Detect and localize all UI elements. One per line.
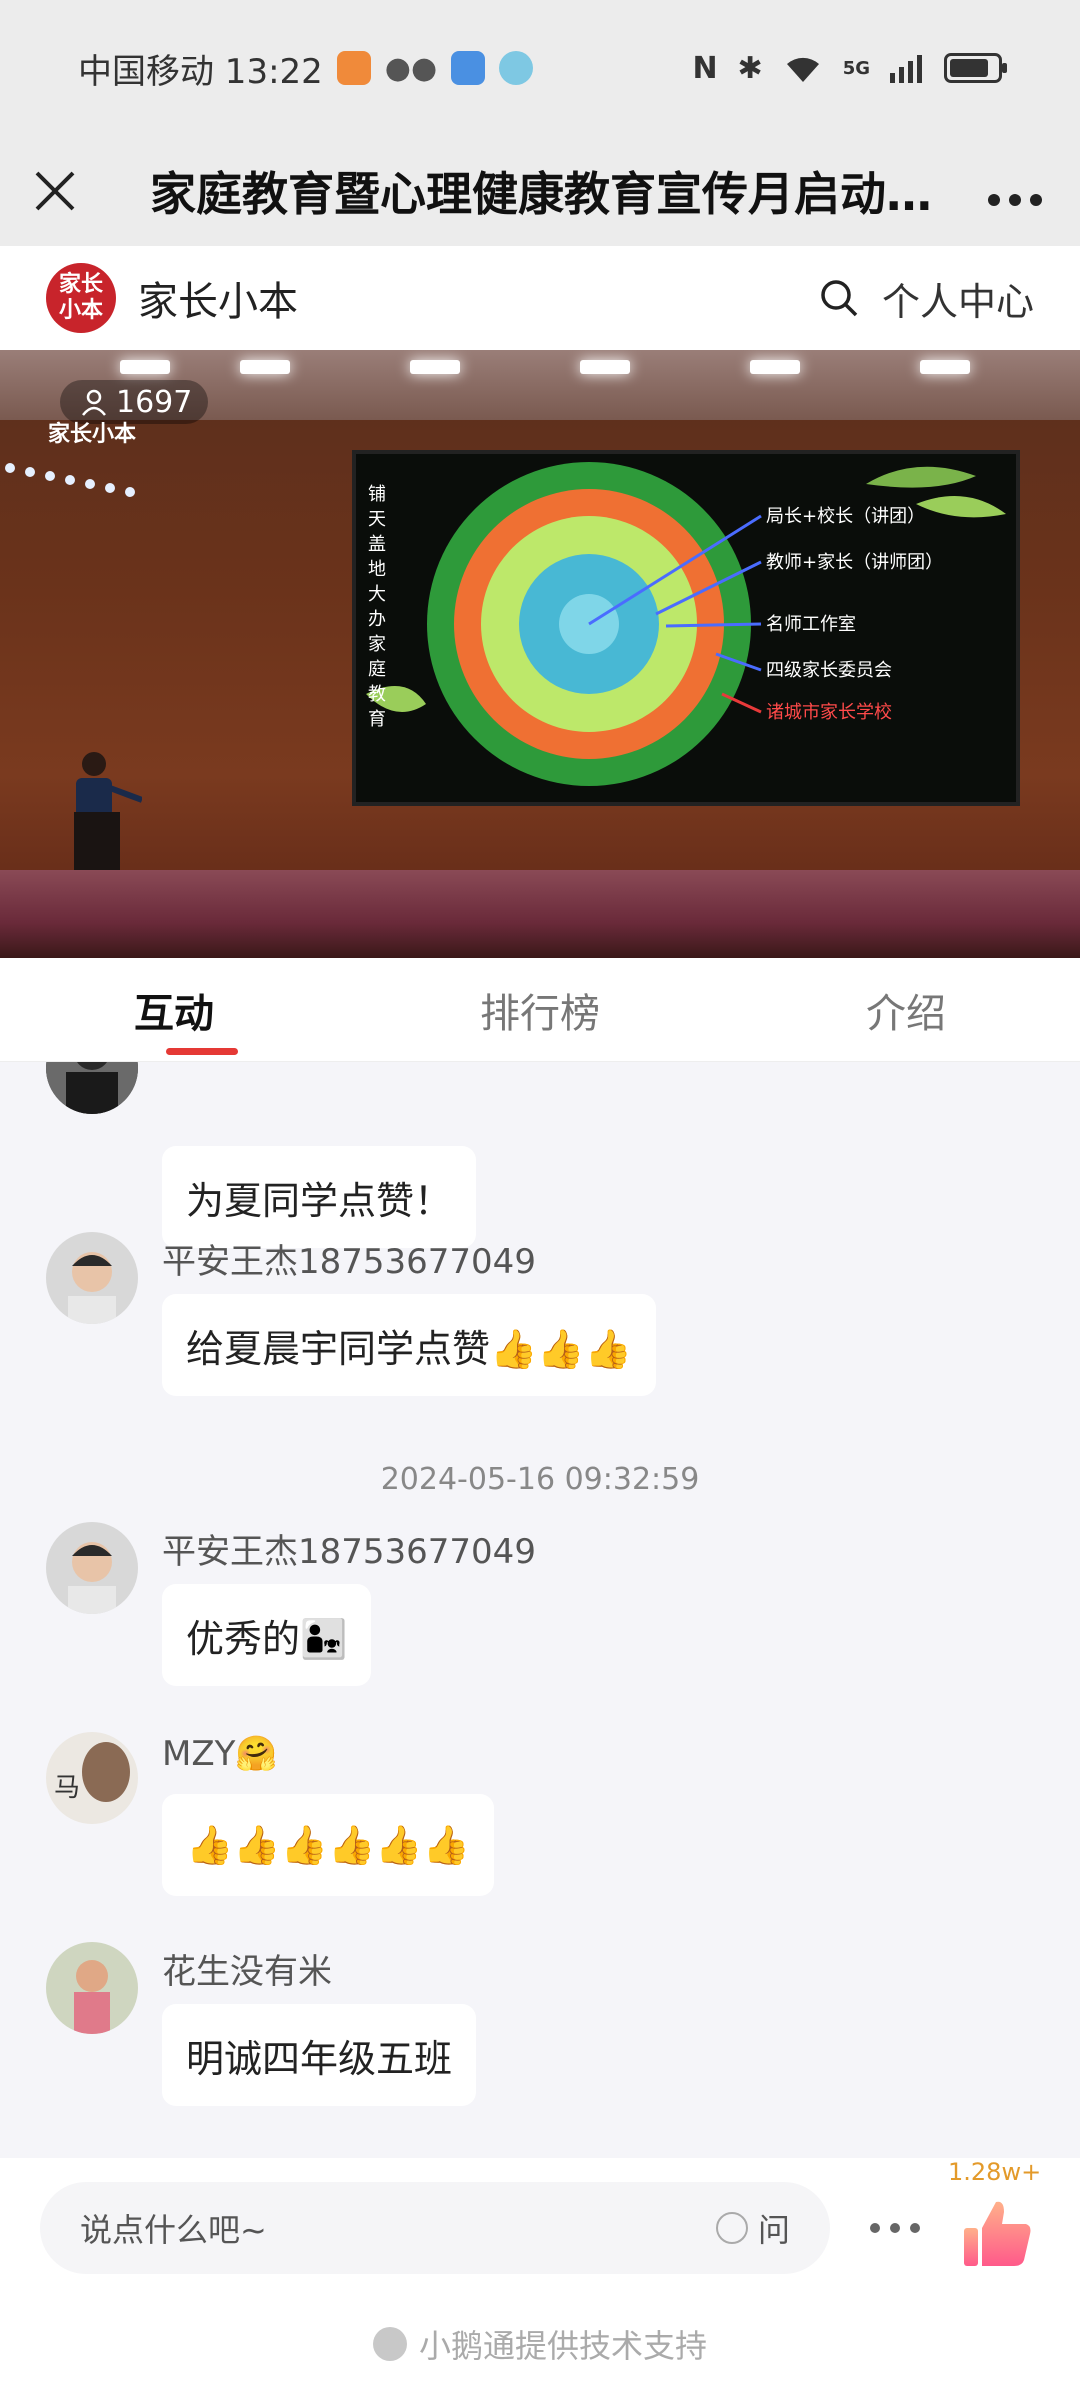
tab-leaderboard[interactable]: 排行榜 [405, 958, 676, 1061]
ceiling-light [750, 360, 800, 374]
stage-floor [0, 870, 1080, 958]
avatar[interactable]: 马 [46, 1732, 138, 1824]
status-left: 中国移动 13:22 ●● [78, 44, 534, 93]
ceiling-light [120, 360, 170, 374]
message-bubble: 明诚四年级五班 [162, 2004, 477, 2106]
projection-screen: 局长+校长（讲团） 教师+家长（讲师团） 名师工作室 四级家长委员会 诸城市家长… [352, 450, 1020, 806]
browser-icon [499, 51, 534, 85]
video-watermark: 家长小本 [48, 422, 137, 447]
avatar-text: 马 [54, 1773, 80, 1803]
network-label: 5G [842, 57, 870, 79]
screen-label: 教师+家长（讲师团） [766, 552, 943, 573]
status-right: N ✱ 5G [692, 50, 1007, 86]
message-bubble: 给夏晨宇同学点赞👍👍👍 [162, 1294, 656, 1396]
close-button[interactable] [0, 136, 110, 246]
brand-bar: 家长 小本 家长小本 个人中心 [0, 246, 1080, 350]
username: MZY🤗 [162, 1734, 278, 1774]
status-bar: 中国移动 13:22 ●● N ✱ 5G [0, 0, 1080, 136]
screen-vertical-text: 铺天盖地大办家庭教育 [368, 484, 386, 730]
stage-spotlights [5, 463, 135, 497]
username: 平安王杰18753677049 [162, 1242, 536, 1282]
screen-label: 四级家长委员会 [766, 660, 892, 681]
viewer-icon [82, 389, 106, 416]
message-bubble: 优秀的👨‍👧 [162, 1584, 372, 1686]
screen-label: 局长+校长（讲团） [766, 506, 925, 527]
viewer-count: 1697 [116, 384, 193, 420]
more-icon [870, 2223, 920, 2233]
avatar[interactable] [46, 1062, 138, 1114]
ask-label: 问 [757, 2211, 790, 2249]
comment-input[interactable]: 说点什么吧~ 问 [40, 2182, 830, 2274]
tab-bar: 互动 排行榜 介绍 [0, 958, 1080, 1062]
thumbs-up-icon [964, 2201, 1031, 2266]
more-actions-button[interactable] [860, 2182, 930, 2274]
chat-timestamp: 2024-05-16 09:32:59 [380, 1462, 700, 1497]
like-count: 1.28w+ [948, 2158, 1042, 2186]
search-icon [821, 280, 858, 317]
carrier-time: 中国移动 13:22 [78, 51, 323, 92]
tab-interaction[interactable]: 互动 [0, 958, 405, 1061]
ceiling-light [920, 360, 970, 374]
message-bubble: 为夏同学点赞！ [162, 1146, 477, 1248]
avatar[interactable] [46, 1232, 138, 1324]
ceiling-light [240, 360, 290, 374]
screen-label: 名师工作室 [766, 614, 856, 635]
ceiling-light [410, 360, 460, 374]
radio-icon [715, 2212, 748, 2244]
wifi-icon [786, 57, 819, 82]
search-button[interactable] [814, 273, 864, 323]
nfc-icon: N [692, 50, 718, 86]
footer-text: 小鹅通提供技术支持 [418, 2327, 707, 2365]
brand-name[interactable]: 家长小本 [138, 269, 814, 327]
close-icon [35, 171, 75, 211]
avatar[interactable] [46, 1522, 138, 1614]
avatar[interactable] [46, 1942, 138, 2034]
signal-icon [890, 55, 922, 83]
speaker-figure [74, 752, 142, 872]
battery-icon [944, 53, 1007, 83]
taobao-icon [336, 51, 371, 85]
input-bar: 说点什么吧~ 问 1.28w+ [0, 2158, 1080, 2296]
username: 花生没有米 [162, 1952, 332, 1992]
username: 平安王杰18753677049 [162, 1532, 536, 1572]
screen-label: 诸城市家长学校 [766, 702, 892, 723]
live-video[interactable]: 1697 家长小本 局长+校长（讲团） 教师+家长（讲师团） 名师工作室 四级家… [0, 350, 1080, 958]
bluetooth-icon: ✱ [737, 50, 763, 86]
xiaoe-logo-icon [372, 2327, 407, 2361]
title-bar: 家庭教育暨心理健康教育宣传月启动… [0, 136, 1080, 246]
more-icon [988, 194, 1042, 206]
tab-intro[interactable]: 介绍 [675, 958, 1080, 1061]
ceiling-light [580, 360, 630, 374]
more-menu-button[interactable] [950, 163, 1080, 219]
like-button[interactable] [962, 2198, 1034, 2268]
comment-placeholder: 说点什么吧~ [80, 2211, 267, 2249]
app-icon [451, 51, 486, 85]
user-center-link[interactable]: 个人中心 [882, 271, 1034, 326]
wechat-icon: ●● [384, 50, 438, 86]
footer: 小鹅通提供技术支持 [0, 2296, 1080, 2392]
message-bubble: 👍👍👍👍👍👍 [162, 1794, 494, 1896]
ask-toggle[interactable]: 问 [715, 2205, 790, 2251]
page-title: 家庭教育暨心理健康教育宣传月启动… [150, 167, 932, 221]
screen-content: 局长+校长（讲团） 教师+家长（讲师团） 名师工作室 四级家长委员会 诸城市家长… [366, 462, 1006, 786]
brand-logo[interactable]: 家长 小本 [46, 263, 116, 333]
chat-list[interactable]: 为夏同学点赞！ 平安王杰18753677049 给夏晨宇同学点赞👍👍👍 2024… [0, 1062, 1080, 2158]
